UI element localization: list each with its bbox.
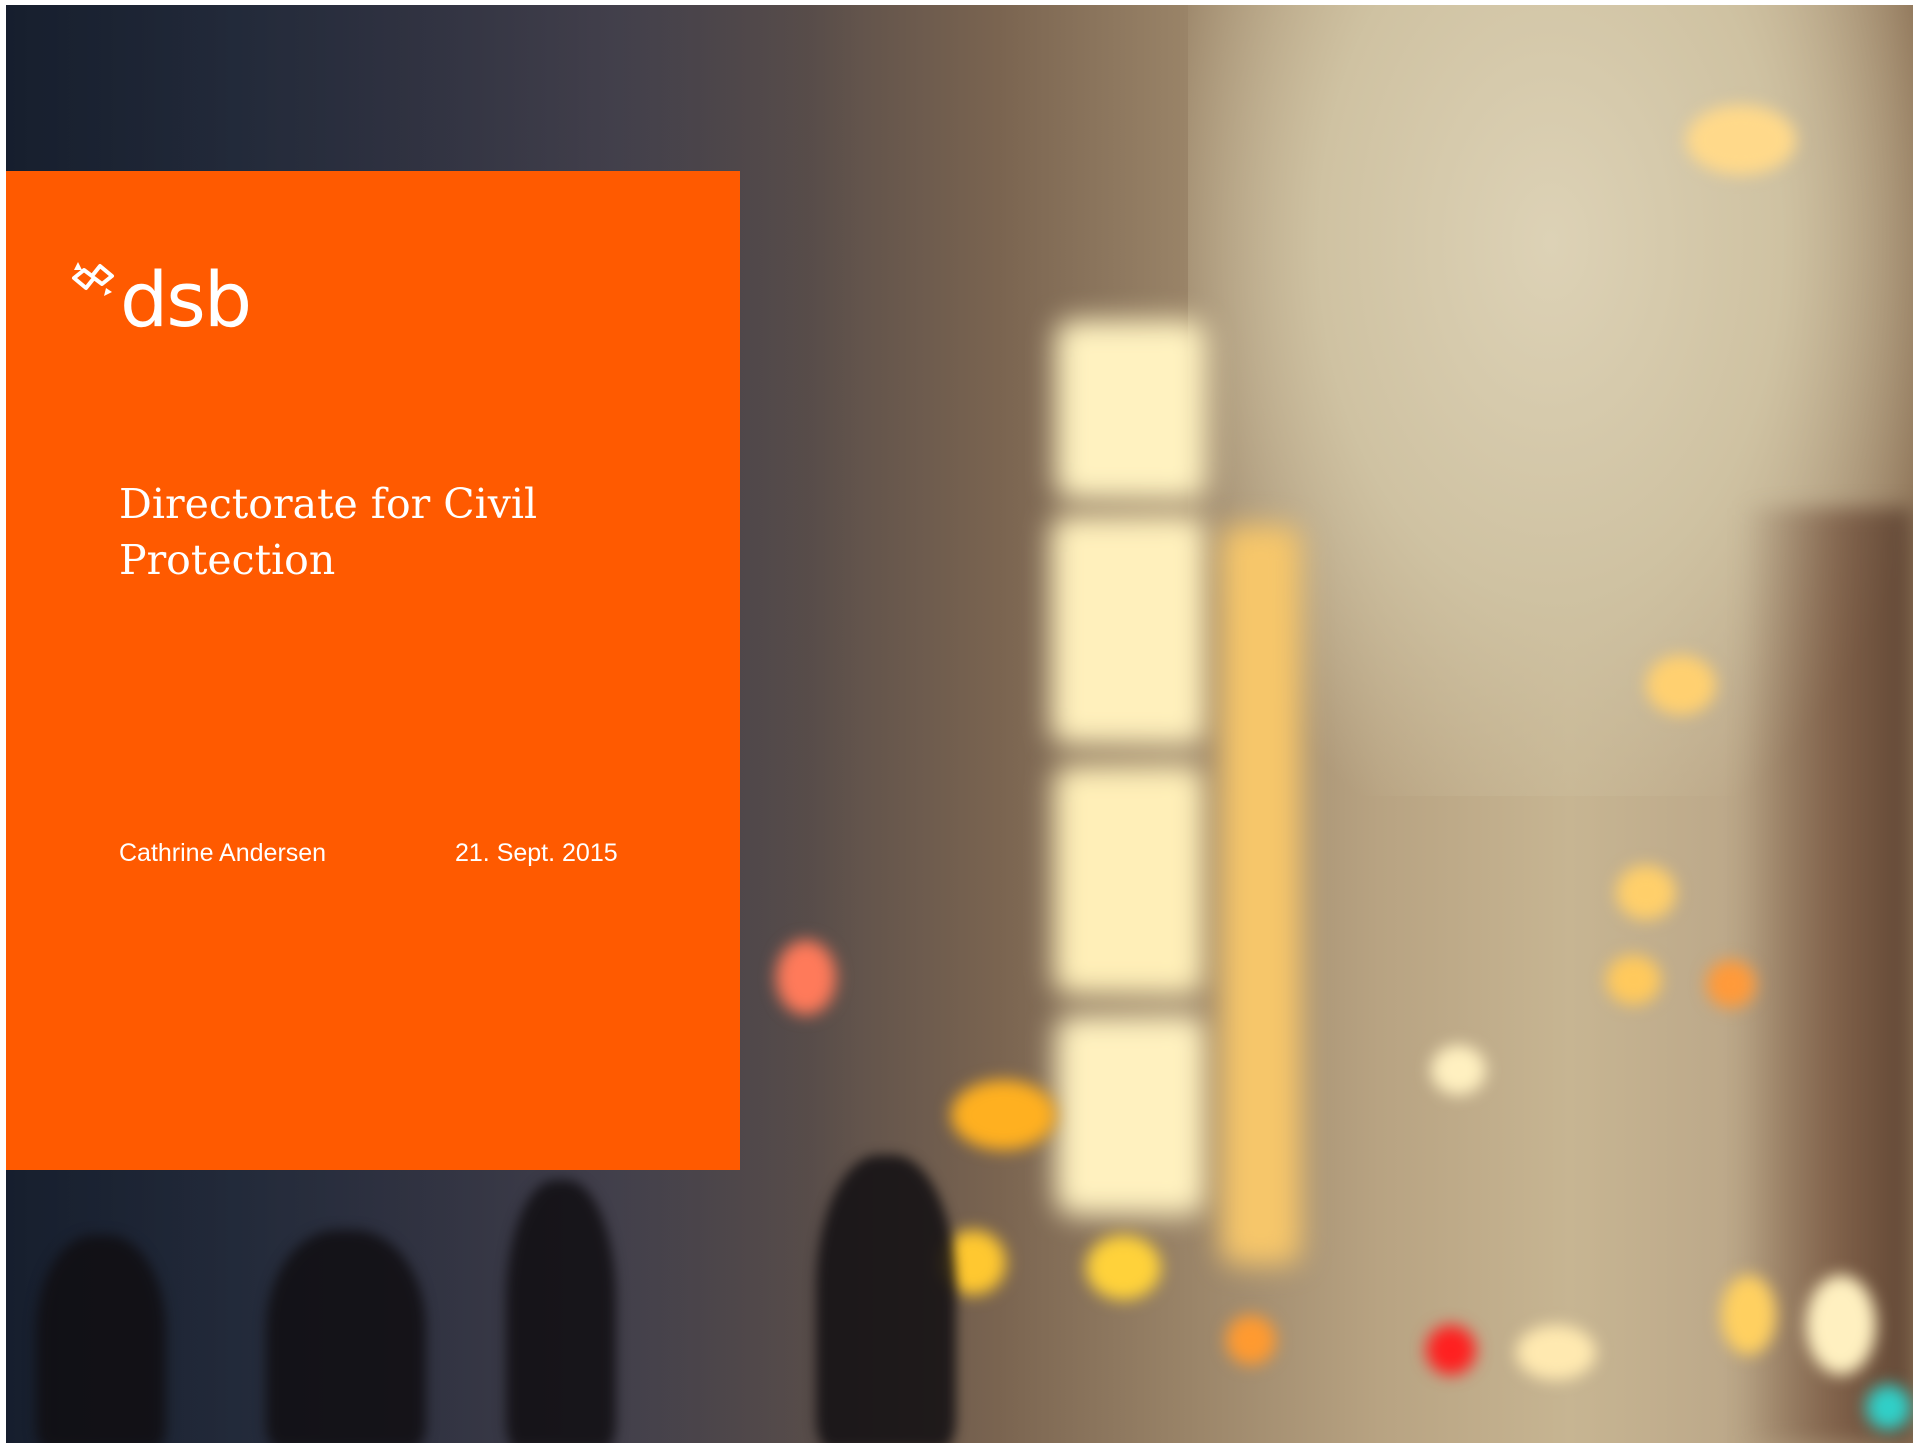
title-slide: dsb Directorate for Civil Protection Cat…: [0, 0, 1913, 1443]
photo-light: [1431, 1045, 1486, 1095]
photo-light: [1646, 655, 1716, 715]
photo-light: [1086, 1235, 1161, 1300]
photo-light: [1721, 1275, 1776, 1355]
photo-light: [1051, 515, 1206, 745]
photo-light: [1054, 765, 1204, 995]
photo-light: [1616, 865, 1676, 920]
dsb-logo: dsb: [68, 255, 268, 344]
photo-light: [1221, 525, 1301, 1265]
photo-light: [1866, 1385, 1911, 1430]
photo-light: [1806, 1275, 1876, 1375]
photo-light: [1706, 960, 1756, 1008]
logo-wordmark: dsb: [120, 255, 252, 344]
title-panel: dsb Directorate for Civil Protection Cat…: [6, 171, 740, 1170]
photo-pedestrian: [266, 1230, 426, 1443]
photo-light: [1056, 1015, 1206, 1215]
photo-pedestrian: [36, 1235, 166, 1443]
dsb-star-logo-icon: [72, 262, 114, 296]
photo-light: [1056, 320, 1206, 500]
photo-light: [776, 940, 836, 1015]
presenter-name: Cathrine Andersen: [119, 839, 327, 867]
photo-light: [1226, 1315, 1276, 1365]
slide-title: Directorate for Civil Protection: [119, 480, 538, 584]
presentation-date: 21. Sept. 2015: [455, 839, 618, 867]
photo-light: [1606, 955, 1661, 1005]
photo-light: [951, 1080, 1056, 1150]
photo-pedestrian: [816, 1155, 956, 1443]
photo-light: [1426, 1325, 1476, 1375]
photo-pedestrian: [506, 1180, 616, 1443]
photo-light: [1686, 105, 1796, 175]
photo-light: [1516, 1325, 1596, 1380]
